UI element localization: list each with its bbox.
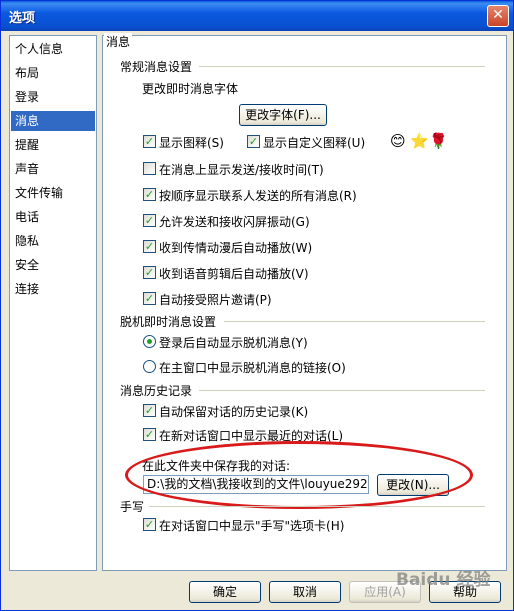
allow-nudge-checkbox[interactable]: ✓	[143, 214, 156, 227]
general-settings-heading: 常规消息设置	[120, 60, 193, 74]
sidebar-item-messages[interactable]: 消息	[11, 111, 95, 131]
sidebar-item-sounds[interactable]: 声音	[11, 159, 95, 179]
sidebar-item-security[interactable]: 安全	[11, 255, 95, 275]
autoplay-voice-checkbox[interactable]: ✓	[143, 266, 156, 279]
sidebar-item-alerts[interactable]: 提醒	[11, 135, 95, 155]
auto-save-history-checkbox[interactable]: ✓	[143, 404, 156, 417]
handwriting-heading: 手写	[120, 500, 145, 514]
sidebar-item-phone[interactable]: 电话	[11, 207, 95, 227]
offline-divider	[224, 321, 485, 322]
show-link-label: 在主窗口中显示脱机消息的链接(O)	[159, 361, 346, 375]
show-link-radio[interactable]	[143, 360, 156, 373]
baidu-watermark: Baidu 经验	[396, 570, 491, 590]
sidebar-item-layout[interactable]: 布局	[11, 63, 95, 83]
sidebar-item-login[interactable]: 登录	[11, 87, 95, 107]
smiley-icon: 😊	[390, 132, 406, 150]
show-custom-emoticons-label: 显示自定义图释(U)	[263, 136, 366, 150]
window-title: 选项	[9, 11, 36, 26]
history-divider	[199, 390, 485, 391]
radio-selected-dot	[147, 339, 152, 344]
title-bar: 选项 ✕	[1, 1, 513, 31]
handwriting-divider	[149, 506, 485, 507]
ok-button[interactable]: 确定	[189, 581, 261, 603]
offline-settings-heading: 脱机即时消息设置	[120, 315, 217, 329]
rose-icon: 🌹	[429, 132, 448, 150]
auto-accept-photos-checkbox[interactable]: ✓	[143, 292, 156, 305]
options-dialog: 选项 ✕ 个人信息 布局 登录 消息 提醒 声音 文件传输 电话 隐私 安全 连…	[0, 0, 514, 611]
show-in-order-label: 按顺序显示联系人发送的所有消息(R)	[159, 189, 357, 203]
auto-save-history-label: 自动保留对话的历史记录(K)	[159, 405, 309, 419]
category-list: 个人信息 布局 登录 消息 提醒 声音 文件传输 电话 隐私 安全 连接	[9, 35, 97, 571]
change-font-button[interactable]: 更改字体(F)...	[239, 104, 327, 126]
sidebar-item-file-transfer[interactable]: 文件传输	[11, 183, 95, 203]
autoplay-voice-label: 收到语音剪辑后自动播放(V)	[159, 267, 309, 281]
auto-accept-photos-label: 自动接受照片邀请(P)	[159, 293, 272, 307]
cancel-button[interactable]: 取消	[269, 581, 341, 603]
history-heading: 消息历史记录	[120, 384, 193, 398]
close-button[interactable]: ✕	[487, 5, 509, 27]
show-handwriting-tab-checkbox[interactable]: ✓	[143, 518, 156, 531]
show-time-checkbox[interactable]	[143, 162, 156, 175]
show-emoticons-checkbox[interactable]: ✓	[143, 135, 156, 148]
show-custom-emoticons-checkbox[interactable]: ✓	[247, 135, 260, 148]
allow-nudge-label: 允许发送和接收闪屏振动(G)	[159, 215, 310, 229]
show-time-label: 在消息上显示发送/接收时间(T)	[159, 163, 324, 177]
panel-title: 消息	[104, 33, 133, 50]
sidebar-item-privacy[interactable]: 隐私	[11, 231, 95, 251]
show-after-login-label: 登录后自动显示脱机消息(Y)	[159, 336, 308, 350]
show-after-login-radio[interactable]	[143, 335, 156, 348]
highlight-annotation	[125, 441, 473, 509]
autoplay-winks-label: 收到传情动漫后自动播放(W)	[159, 241, 313, 255]
show-emoticons-label: 显示图释(S)	[159, 136, 224, 150]
sidebar-item-personal-info[interactable]: 个人信息	[11, 39, 95, 59]
show-in-order-checkbox[interactable]: ✓	[143, 188, 156, 201]
show-handwriting-tab-label: 在对话窗口中显示"手写"选项卡(H)	[159, 519, 345, 533]
font-label: 更改即时消息字体	[142, 82, 239, 96]
general-divider	[199, 66, 485, 67]
star-icon: ⭐	[410, 132, 429, 150]
show-recent-checkbox[interactable]: ✓	[143, 428, 156, 441]
autoplay-winks-checkbox[interactable]: ✓	[143, 240, 156, 253]
sidebar-item-connection[interactable]: 连接	[11, 279, 95, 299]
